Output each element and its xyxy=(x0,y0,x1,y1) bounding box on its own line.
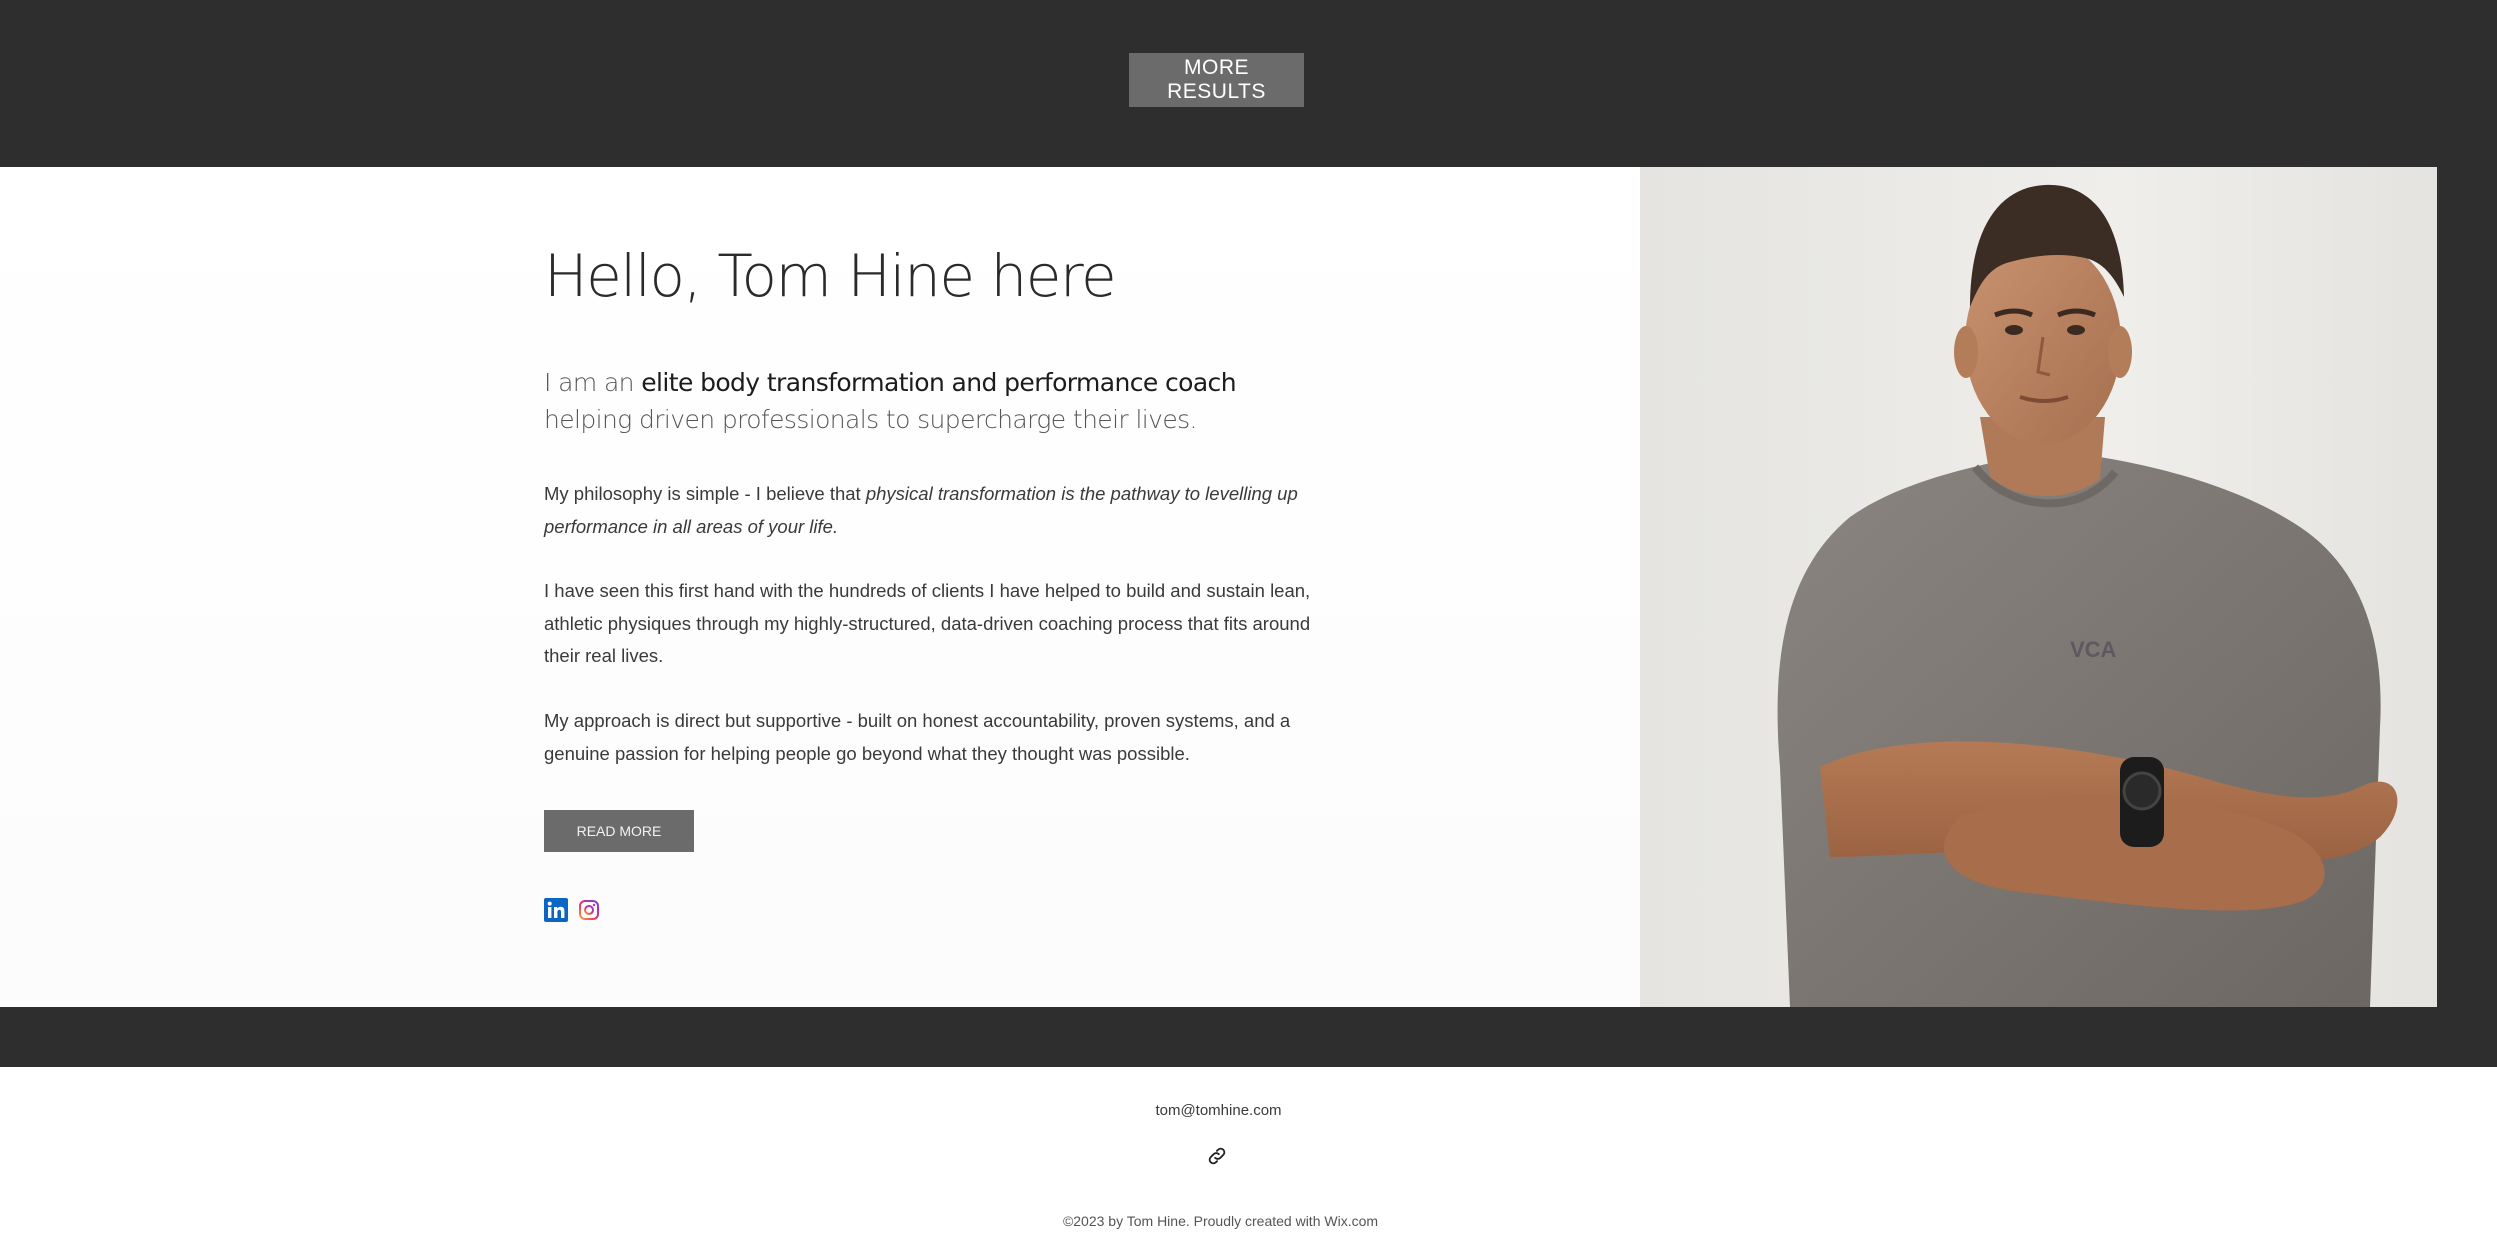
philosophy-text: My philosophy is simple - I believe that xyxy=(544,483,866,504)
footer-email: tom@tomhine.com xyxy=(0,1102,2437,1119)
top-band: MORE RESULTS xyxy=(0,0,2497,167)
dark-strip xyxy=(0,1007,2497,1067)
svg-text:VCA: VCA xyxy=(2070,637,2117,662)
portrait-photo: VCA xyxy=(1640,167,2437,1007)
link-icon[interactable] xyxy=(1206,1145,1228,1167)
footer: tom@tomhine.com ©2023 by Tom Hine. Proud… xyxy=(0,1067,2497,1234)
more-results-button[interactable]: MORE RESULTS xyxy=(1129,53,1304,107)
social-bar xyxy=(544,898,601,922)
linkedin-icon[interactable] xyxy=(544,898,568,922)
philosophy-paragraph: My philosophy is simple - I believe that… xyxy=(544,478,1314,543)
approach-paragraph: My approach is direct but supportive - b… xyxy=(544,710,1291,764)
email-link[interactable]: tom@tomhine.com xyxy=(1155,1102,1281,1119)
lead-suffix: helping driven professionals to supercha… xyxy=(544,405,1198,434)
instagram-icon[interactable] xyxy=(577,898,601,922)
read-more-button[interactable]: READ MORE xyxy=(544,810,694,852)
hero-text-panel: Hello, Tom Hine here I am an elite body … xyxy=(0,167,1640,1007)
hero-section: Hello, Tom Hine here I am an elite body … xyxy=(0,167,2497,1007)
experience-paragraph: I have seen this first hand with the hun… xyxy=(544,580,1311,666)
lead-prefix: I am an xyxy=(544,368,642,397)
page-title: Hello, Tom Hine here xyxy=(544,242,1117,310)
lead-highlight: elite body transformation and performanc… xyxy=(641,368,1236,397)
copyright-text: ©2023 by Tom Hine. Proudly created with … xyxy=(1062,1213,1379,1229)
hero-lead: I am an elite body transformation and pe… xyxy=(544,364,1304,438)
